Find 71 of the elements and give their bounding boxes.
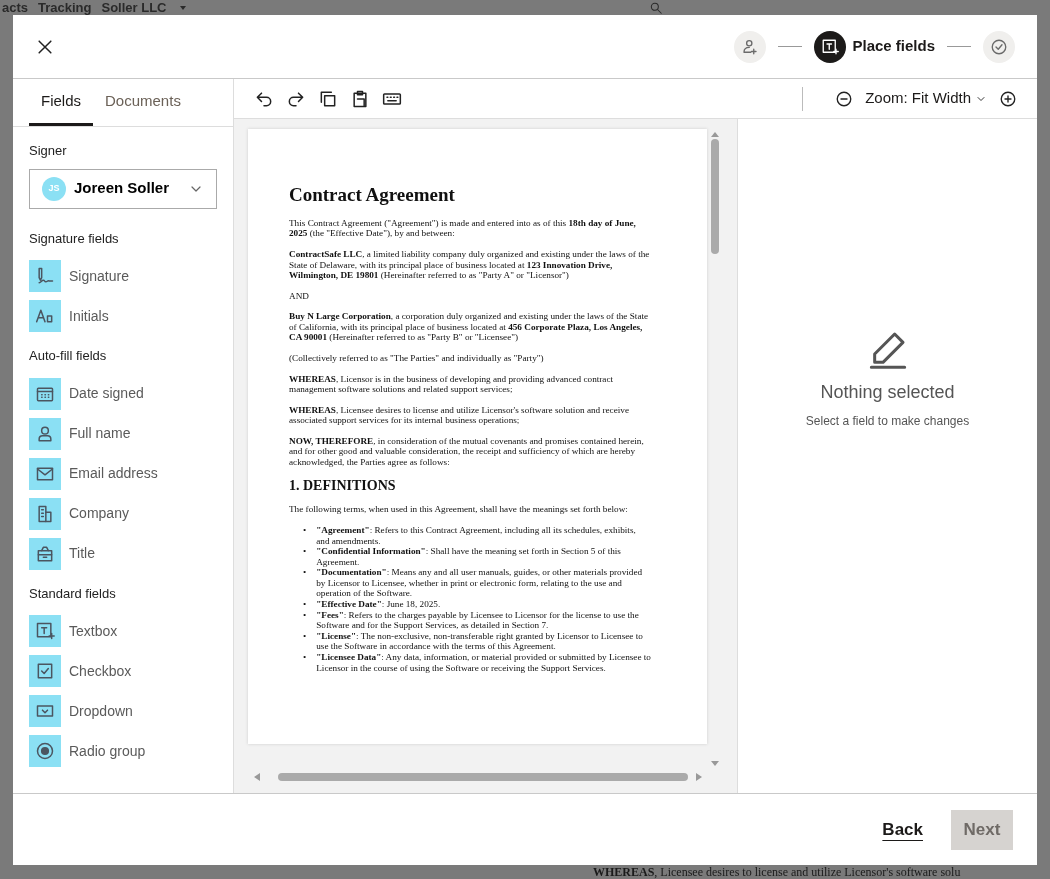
textbox-icon [35,621,55,641]
list-item: "Licensee Data": Any data, information, or material provided or submitted by Licensee to Licensor in the course of using the Software or receiving the Support Services. [316,651,651,674]
header-text: Tracking [38,0,92,17]
person-plus-icon [741,37,760,56]
step-indicator[interactable] [814,30,847,63]
section-label: Standard fields [29,584,117,603]
paragraph: ContractSafe LLC, a limited liability company duly organized and existing under the laws of the State of Delaware, with its principal place of business located at 123 Innovation Drive, Wilmington, DE 19801 (Hereinafter referred to as "Party A" or "Licensor") [289,248,651,281]
list-item: "Effective Date": June 18, 2025. [316,599,441,610]
pencil-icon [867,329,908,369]
document-title: Contract Agreement [289,184,456,207]
paragraph: NOW, THEREFORE, in consideration of the mutual covenants and promises contained herein, and for other good and valuable consideration, the receipt and sufficiency of which are hereby acknowledged, the Parties agree as follows: [289,435,645,468]
minus-circle-icon [835,89,854,108]
bullet-marker: • [303,609,307,622]
signer-dropdown[interactable]: JS Joreen Soller [29,168,217,209]
header-text: Soller LLC [101,0,167,17]
radio-icon [35,741,55,761]
bullet-marker: • [303,630,307,643]
paragraph: WHEREAS, Licensor is in the business of developing and providing advanced contract management software solutions and related support services; [289,373,615,395]
step-label: Place fields [852,36,935,57]
list-item: "Fees": Refers to the charges payable by Licensee to Licensor for the license to use the Software and for the Support Services, as detailed in Section 7. [316,609,640,631]
field-item[interactable]: Checkbox [29,655,132,687]
plus-circle-icon [999,89,1017,108]
bullet-marker: • [303,599,307,610]
field-item[interactable]: Signature [29,260,129,292]
paragraph: AND [289,290,310,302]
zoom-dropdown[interactable]: Zoom: Fit Width [865,87,987,110]
field-item[interactable]: Date signed [29,377,144,410]
field-item[interactable]: Email address [29,457,158,490]
search-icon [648,0,663,15]
field-item[interactable]: Radio group [29,735,146,767]
bullet-marker: • [303,546,307,559]
pen-signature-icon [35,266,55,286]
section-label: Auto-fill fields [29,347,108,365]
signer-label: Signer [29,142,68,160]
field-item[interactable]: Textbox [29,615,118,647]
checkbox-icon [35,661,55,681]
empty-state-title: Nothing selected [820,381,955,404]
avatar: JS [42,176,66,201]
field-item[interactable]: Title [29,537,95,570]
field-item[interactable]: Full name [29,417,131,450]
list-item: "Agreement": Refers to this Contract Agreement, including all its schedules, exhibits, and amendments. [316,525,637,547]
field-item[interactable]: Initials [29,300,109,332]
zoom-in-button[interactable] [999,89,1017,108]
bullet-marker: • [303,651,307,664]
paragraph: This Contract Agreement ("Agreement") is made and entered into as of this 18th day of June, 2025 (the "Effective Date"), by and between: [289,217,637,239]
building-icon [35,503,55,524]
check-circle-icon [990,37,1008,56]
paste-button[interactable] [350,88,370,109]
background-text: WHEREAS, Licensee desires to license and utilize Licensor's software solu [593,865,962,879]
clipboard-icon [350,88,370,109]
section-label: Signature fields [29,229,120,248]
tab[interactable]: Fields [29,79,93,126]
letters-icon [35,306,55,326]
bullet-marker: • [303,567,307,580]
field-item[interactable]: Company [29,497,129,530]
field-item[interactable]: Dropdown [29,695,133,727]
tab[interactable]: Documents [93,79,193,126]
back-button[interactable]: Back [882,816,923,843]
list-item: "Documentation": Means any and all user manuals, guides, or other materials provided by Licensor to Licensee, whether in print or electronic form, relating to the use and operation of the Software. [316,567,644,600]
zoom-out-button[interactable] [835,89,854,108]
empty-state-hint: Select a field to make changes [805,413,970,430]
bullet-marker: • [303,525,307,537]
list-item: "Confidential Information": Shall have the meaning set forth in Section 5 of this Agreement. [316,546,622,568]
header-text: acts [2,0,29,17]
paragraph: Buy N Large Corporation, a corporation duly organized and existing under the laws of the State of California, with its principal place of business located at 456 Corporate Plaza, Los Angeles, CA 90001 (Hereinafter referred to as "Party B" or "Licensee") [289,311,650,343]
paragraph: The following terms, when used in this Agreement, shall have the meanings set forth below: [289,504,629,515]
textbox-icon [821,37,840,56]
list-item: "License": The non-exclusive, non-transferable right granted by Licensor to Licensee to use the Software in accordance with the terms of this Agreement. [316,630,644,652]
paragraph: (Collectively referred to as "The Parties" and individually as "Party") [289,353,545,364]
paragraph: WHEREAS, Licensee desires to license and utilize Licensor's software solution and receive associated support services for its internal business operations; [289,404,630,426]
section-heading: 1. DEFINITIONS [289,477,397,495]
